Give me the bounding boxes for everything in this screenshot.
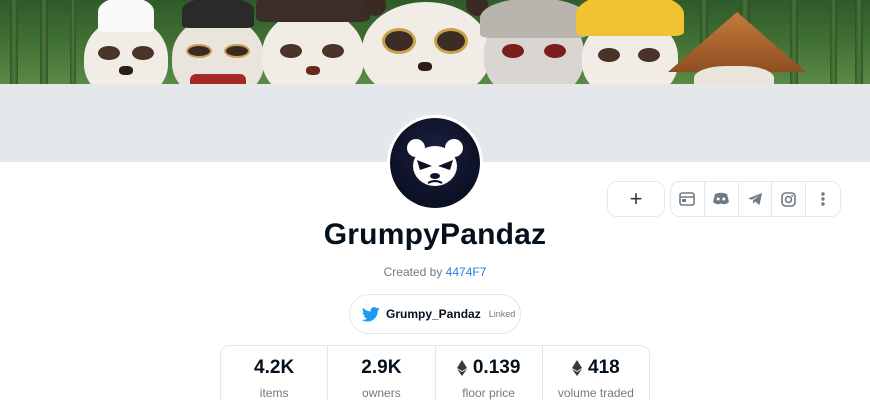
stat-label: items <box>259 386 289 400</box>
collection-banner <box>0 0 870 84</box>
stat-value: 0.139 <box>472 357 521 378</box>
ethereum-icon <box>456 360 467 376</box>
twitter-handle: Grumpy_Pandaz <box>386 307 481 321</box>
plus-icon: + <box>629 186 643 211</box>
instagram-icon <box>781 191 797 207</box>
stat-label: floor price <box>462 386 515 400</box>
website-button[interactable] <box>671 182 705 216</box>
social-links <box>670 181 841 217</box>
discord-button[interactable] <box>705 182 739 216</box>
stat-value: 4.2K <box>254 357 295 378</box>
stat-volume-traded[interactable]: 418 volume traded <box>543 346 649 400</box>
website-icon <box>679 192 696 206</box>
ethereum-icon <box>572 360 583 376</box>
more-options-button[interactable] <box>806 182 840 216</box>
grumpy-panda-logo-icon <box>407 139 463 186</box>
collection-title: GrumpyPandaz <box>323 218 547 251</box>
twitter-icon <box>362 306 380 322</box>
instagram-button[interactable] <box>772 182 807 216</box>
twitter-link[interactable]: Grumpy_Pandaz Linked <box>349 294 521 334</box>
telegram-button[interactable] <box>739 182 773 216</box>
stat-owners[interactable]: 2.9K owners <box>328 346 436 400</box>
creator-link[interactable]: 4474F7 <box>446 265 487 279</box>
stat-label: owners <box>362 386 401 400</box>
collection-logo <box>387 115 483 211</box>
creator-line: Created by 4474F7 <box>0 265 870 279</box>
stat-value: 2.9K <box>361 357 402 378</box>
discord-icon <box>713 192 730 205</box>
twitter-linked-label: Linked <box>488 309 516 319</box>
add-to-watchlist-button[interactable]: + <box>607 181 665 217</box>
created-by-label: Created by <box>383 265 443 279</box>
more-icon <box>821 192 825 206</box>
collection-stats: 4.2K items 2.9K owners 0.139 floor price… <box>220 345 650 400</box>
stat-items[interactable]: 4.2K items <box>221 346 329 400</box>
telegram-icon <box>747 193 762 205</box>
stat-label: volume traded <box>557 386 634 400</box>
stat-value: 418 <box>588 357 620 378</box>
stat-floor-price[interactable]: 0.139 floor price <box>436 346 543 400</box>
